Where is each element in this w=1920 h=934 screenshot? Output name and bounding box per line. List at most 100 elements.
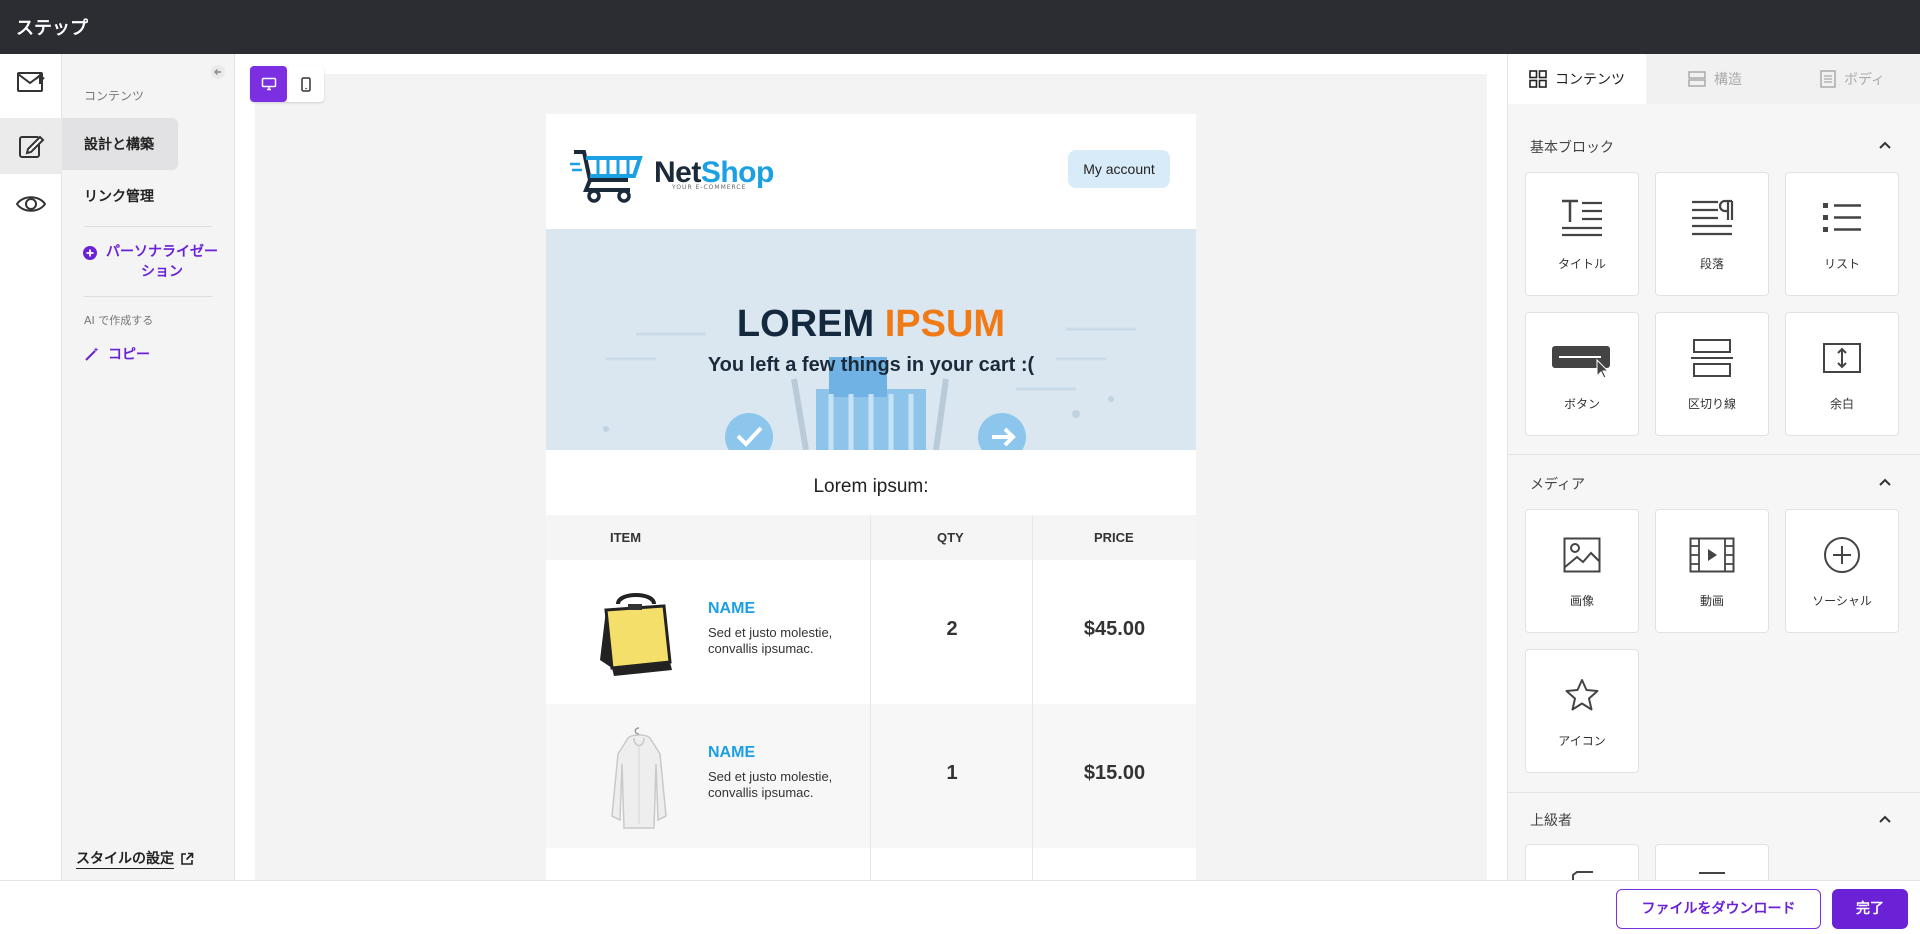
ai-copy-label: コピー [108,347,150,363]
external-link-icon [181,852,194,865]
button-block-icon [1552,346,1610,378]
tab-body[interactable]: ボディ [1784,54,1920,104]
white-hoodie-image [611,727,667,829]
spacer-block-icon [1823,343,1861,373]
hero-title: LOREM IPSUM [546,303,1196,346]
plus-circle-icon [83,246,97,260]
app-title-bar: ステップ [0,0,1920,54]
chevron-up-icon[interactable] [1878,814,1892,824]
mobile-icon [300,76,311,92]
table-row[interactable]: NAME Sed et justo molestie, convallis ip… [546,704,1196,848]
cart-section-title: Lorem ipsum: [813,476,929,497]
tab-structure-label: 構造 [1714,72,1742,88]
nav-divider [84,296,212,297]
block-icon-label: アイコン [1558,734,1606,748]
title-block-icon [1562,199,1602,237]
tab-structure[interactable]: 構造 [1646,54,1784,104]
block-spacer[interactable]: 余白 [1785,312,1899,436]
style-settings-link[interactable]: スタイルの設定 [76,848,194,869]
nav-item-link-manage[interactable]: リンク管理 [62,170,178,222]
personalization-link[interactable]: パーソナライゼーション [82,242,218,282]
my-account-button[interactable]: My account [1068,150,1170,188]
structure-icon [1688,71,1706,87]
chevron-up-icon[interactable] [1878,477,1892,487]
video-block-icon [1689,537,1735,573]
grid-icon [1529,70,1547,88]
footer-bar: ファイルをダウンロード 完了 [0,880,1920,934]
mobile-view-button[interactable] [287,66,324,102]
block-button-label: ボタン [1563,397,1600,411]
preview-eye-icon[interactable] [0,176,62,232]
icon-rail [0,54,62,880]
column-divider [870,848,871,880]
desktop-view-button[interactable] [250,66,287,102]
blocks-panel: コンテンツ 構造 ボディ 基本ブロック タイトル 段落 リスト ボタン 区切り線… [1507,54,1920,904]
table-row[interactable] [546,848,1196,880]
group-title-basic: 基本ブロック [1530,140,1614,156]
header-qty: QTY [937,530,964,545]
yellow-bag-image [600,593,672,676]
social-plus-icon [1824,537,1860,573]
header-item: ITEM [610,530,642,545]
product-description: Sed et justo molestie, convallis ipsumac… [708,769,833,800]
product-description: Sed et justo molestie, convallis ipsumac… [708,625,833,656]
divider-block-icon [1691,339,1733,377]
edit-design-icon[interactable] [0,118,62,174]
column-divider [1032,515,1033,560]
image-block-icon [1563,537,1601,573]
email-preview[interactable]: NetShop YOUR E-COMMERCE My account LOREM… [546,114,1196,880]
product-name: NAME [708,600,756,617]
app-title: ステップ [16,18,88,39]
hero-title-orange: IPSUM [884,303,1006,345]
block-video-label: 動画 [1699,594,1724,608]
tab-content-label: コンテンツ [1555,72,1625,88]
block-spacer-label: 余白 [1829,397,1854,411]
group-divider [1508,792,1920,793]
download-file-button[interactable]: ファイルをダウンロード [1616,889,1821,929]
collapse-arrow-icon[interactable] [210,64,226,80]
column-divider [870,515,871,560]
ai-copy-link[interactable]: コピー [84,344,150,364]
list-block-icon [1823,203,1861,232]
block-video[interactable]: 動画 [1655,509,1769,633]
product-name: NAME [708,744,756,761]
block-image-label: 画像 [1569,594,1594,608]
block-paragraph-label: 段落 [1699,257,1724,271]
product-qty: 1 [946,762,958,784]
hero-banner[interactable]: LOREM IPSUM You left a few things in you… [546,229,1196,450]
shopping-cart-logo-icon [570,150,643,203]
send-mail-icon[interactable] [0,54,62,110]
chevron-up-icon[interactable] [1878,140,1892,150]
hero-title-dark: LOREM [736,303,875,345]
column-divider [1032,848,1033,880]
nav-divider [84,226,212,227]
email-header[interactable]: NetShop YOUR E-COMMERCE My account [546,114,1196,229]
desktop-icon [261,77,276,91]
block-button[interactable]: ボタン [1525,312,1639,436]
group-divider [1508,454,1920,455]
block-image[interactable]: 画像 [1525,509,1639,633]
tab-content[interactable]: コンテンツ [1508,54,1646,104]
block-divider[interactable]: 区切り線 [1655,312,1769,436]
block-title-label: タイトル [1557,257,1606,271]
nav-item-design-build[interactable]: 設計と構築 [62,118,178,170]
group-title-media: メディア [1530,477,1586,493]
nav-section-content: コンテンツ [84,89,145,103]
block-list[interactable]: リスト [1785,172,1899,296]
brand-tagline: YOUR E-COMMERCE [672,184,747,191]
style-settings-label: スタイルの設定 [76,848,174,869]
tab-body-label: ボディ [1843,72,1886,88]
header-price: PRICE [1094,530,1134,545]
table-row[interactable]: NAME Sed et justo molestie, convallis ip… [546,560,1196,704]
product-price: $45.00 [1083,618,1146,640]
block-paragraph[interactable]: 段落 [1655,172,1769,296]
star-icon [1565,679,1599,711]
panel-tabs: コンテンツ 構造 ボディ [1508,54,1920,104]
block-title[interactable]: タイトル [1525,172,1639,296]
block-icon[interactable]: アイコン [1525,649,1639,773]
body-icon [1820,70,1836,88]
netshop-logo: NetShop YOUR E-COMMERCE [570,142,774,204]
block-social[interactable]: ソーシャル [1785,509,1899,633]
done-button[interactable]: 完了 [1832,889,1908,929]
paragraph-block-icon [1692,199,1734,236]
